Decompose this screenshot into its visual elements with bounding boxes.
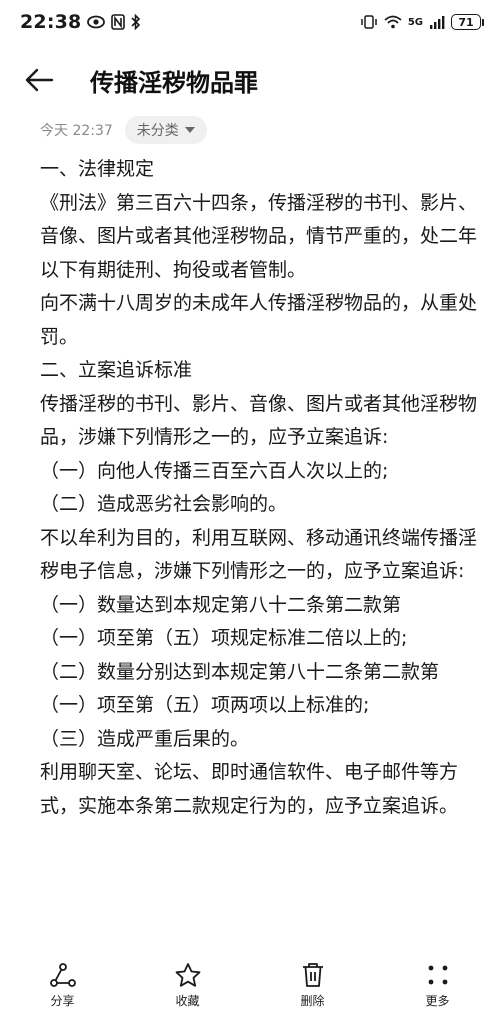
more-dots-icon [425,962,451,988]
page-title: 传播淫秽物品罪 [90,68,258,97]
note-line: 利用聊天室、论坛、即时通信软件、电子邮件等方式，实施本条第二款规定行为的，应予立… [40,761,459,817]
status-left: 22:38 [20,11,141,33]
delete-button[interactable]: 删除 [268,962,358,1009]
note-line: 二、立案追诉标准 [40,359,193,381]
note-body[interactable]: 一、法律规定《刑法》第三百六十四条，传播淫秽的书刊、影片、音像、图片或者其他淫秽… [40,153,480,823]
category-selector[interactable]: 未分类 [124,116,207,144]
note-line: 传播淫秽的书刊、影片、音像、图片或者其他淫秽物品，涉嫌下列情形之一的，应予立案追… [40,392,478,449]
wifi-icon [384,15,402,29]
more-label: 更多 [425,993,450,1008]
star-icon [174,962,202,988]
status-time: 22:38 [20,11,82,33]
caret-down-icon [184,126,195,134]
note-line: 不以牟利为目的，利用互联网、移动通讯终端传播淫秽电子信息，涉嫌下列情形之一的，应… [40,526,478,583]
trash-icon [301,962,325,988]
share-icon [49,962,76,988]
share-button[interactable]: 分享 [18,962,108,1009]
battery-indicator: 71 [451,14,481,30]
note-line: （一）数量达到本规定第八十二条第二款第 [40,593,402,616]
note-meta: 今天 22:37 未分类 [40,116,207,144]
note-line: 《刑法》第三百六十四条，传播淫秽的书刊、影片、音像、图片或者其他淫秽物品，情节严… [40,191,478,281]
note-line: （二）数量分别达到本规定第八十二条第二款第（一）项至第（五）项两项以上标准的; [40,660,440,717]
delete-label: 删除 [300,993,325,1008]
back-button[interactable] [24,52,78,108]
note-line: （一）向他人传播三百至六百人次以上的; [40,459,389,482]
nfc-icon [111,14,126,30]
title-bar: 传播淫秽物品罪 [0,52,500,108]
vibrate-icon [360,15,378,29]
status-bar: 22:38 5G 71 [0,0,500,44]
back-arrow-icon [24,68,54,92]
note-line: 向不满十八周岁的未成年人传播淫秽物品的，从重处罚。 [40,292,478,348]
share-label: 分享 [50,993,75,1008]
more-button[interactable]: 更多 [393,962,483,1009]
favorite-button[interactable]: 收藏 [143,962,233,1009]
eye-icon [87,15,106,29]
note-line: 一、法律规定 [40,158,155,180]
favorite-label: 收藏 [175,993,200,1008]
category-label: 未分类 [136,123,179,139]
network-type-label: 5G [407,16,423,28]
note-date: 今天 22:37 [40,123,113,139]
note-line: （三）造成严重后果的。 [40,727,250,750]
status-right: 5G 71 [360,14,484,30]
signal-icon [429,15,445,29]
bluetooth-icon [131,14,141,30]
note-line: （二）造成恶劣社会影响的。 [40,493,288,515]
note-line: （一）项至第（五）项规定标准二倍以上的; [40,627,408,649]
battery-tip [482,18,484,26]
bottom-toolbar: 分享 收藏 删除 更多 [0,950,500,1020]
